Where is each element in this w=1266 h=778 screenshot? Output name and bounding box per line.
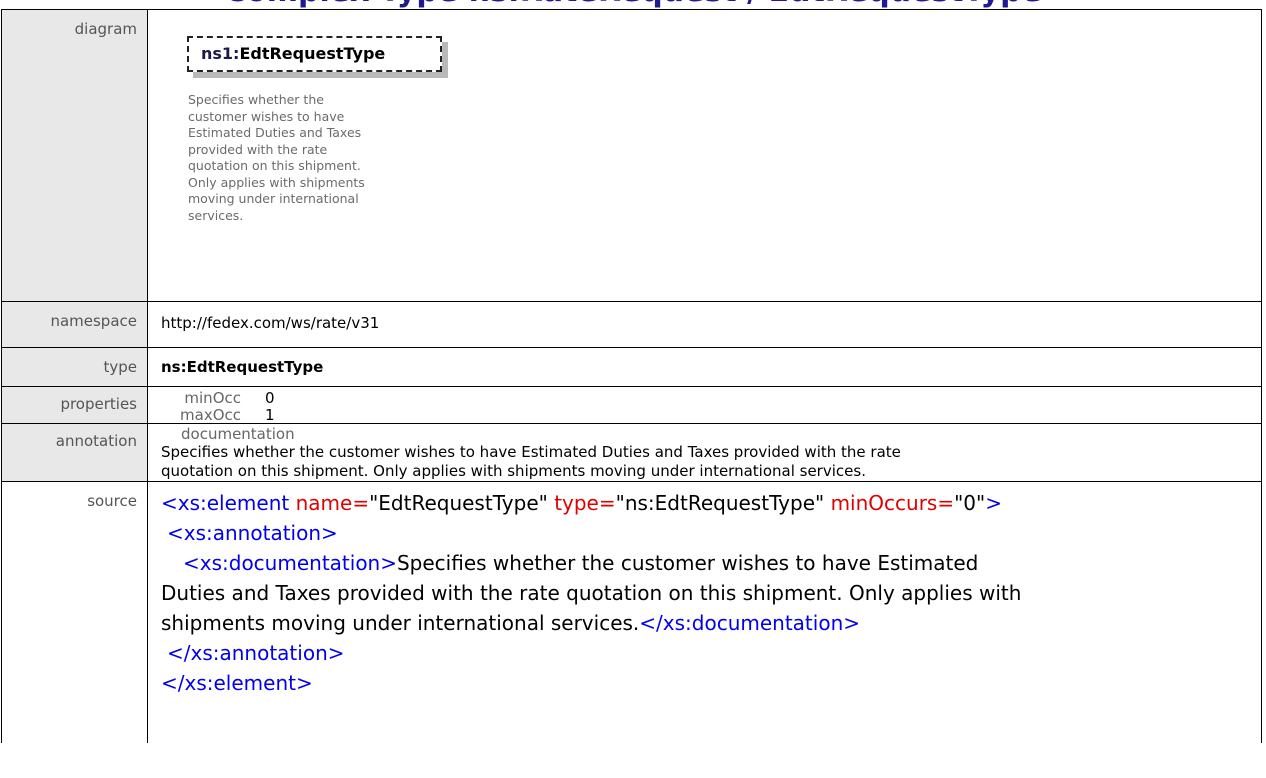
source-line: Duties and Taxes provided with the rate …	[161, 578, 1261, 608]
value-source: <xs:element name="EdtRequestType" type="…	[147, 481, 1262, 743]
source-token: minOccurs=	[830, 491, 955, 515]
row-annotation: annotation documentation Specifies wheth…	[1, 423, 1262, 482]
maxocc-value: 1	[265, 406, 275, 424]
value-annotation: documentation Specifies whether the cust…	[147, 423, 1262, 482]
source-token: <xs:element	[161, 491, 290, 515]
element-prefix: ns1:	[201, 44, 240, 63]
element-diagram: ns1:EdtRequestType Specifies whether the…	[161, 10, 461, 290]
diagram-doc-line: provided with the rate	[188, 141, 328, 157]
label-type: type	[1, 347, 148, 387]
type-link[interactable]: ns:EdtRequestType	[161, 348, 1261, 376]
source-token: </xs:annotation>	[167, 641, 345, 665]
source-token: "ns:EdtRequestType"	[615, 491, 825, 515]
source-token: </xs:documentation>	[639, 611, 861, 635]
diagram-doc-line: Specifies whether the	[188, 92, 324, 107]
label-properties: properties	[1, 386, 148, 424]
row-namespace: namespace http://fedex.com/ws/rate/v31	[1, 301, 1262, 348]
row-properties: properties minOcc 0 maxOcc 1	[1, 386, 1262, 424]
diagram-doc-line: services.	[188, 207, 244, 223]
diagram-doc-line: Only applies with shipments	[188, 174, 365, 190]
source-line: </xs:annotation>	[161, 638, 1261, 668]
source-token: shipments moving under international ser…	[161, 611, 640, 635]
value-properties: minOcc 0 maxOcc 1	[147, 386, 1262, 424]
namespace-uri: http://fedex.com/ws/rate/v31	[161, 314, 380, 332]
source-token: >	[985, 491, 1002, 515]
source-token: <xs:documentation>	[183, 551, 397, 575]
label-annotation: annotation	[1, 423, 148, 482]
label-diagram: diagram	[1, 9, 148, 302]
xml-source: <xs:element name="EdtRequestType" type="…	[161, 482, 1261, 698]
source-token: type=	[554, 491, 616, 515]
row-source: source <xs:element name="EdtRequestType"…	[1, 481, 1262, 743]
label-source: source	[1, 481, 148, 743]
value-namespace: http://fedex.com/ws/rate/v31	[147, 301, 1262, 348]
source-token: Duties and Taxes provided with the rate …	[161, 581, 1022, 605]
source-line: <xs:element name="EdtRequestType" type="…	[161, 488, 1261, 518]
source-token: <xs:annotation>	[167, 521, 338, 545]
source-line: <xs:annotation>	[161, 518, 1261, 548]
row-type: type ns:EdtRequestType	[1, 347, 1262, 387]
page-heading: Complex Type ns:RateRequest / EdtRequest…	[0, 0, 1266, 9]
source-token: </xs:element>	[161, 671, 313, 695]
element-box[interactable]: ns1:EdtRequestType	[187, 36, 442, 72]
minocc-label: minOcc	[184, 389, 241, 407]
source-line: shipments moving under international ser…	[161, 608, 1261, 638]
annotation-line: Specifies whether the customer wishes to…	[161, 443, 901, 461]
annotation-line: quotation on this shipment. Only applies…	[161, 462, 866, 480]
diagram-doc-line: moving under international	[188, 191, 359, 206]
minocc-value: 0	[265, 389, 275, 407]
diagram-documentation: Specifies whether the customer wishes to…	[188, 92, 458, 224]
label-namespace: namespace	[1, 301, 148, 348]
source-token: "EdtRequestType"	[369, 491, 548, 515]
row-diagram: diagram ns1:EdtRequestType Specifies whe…	[1, 9, 1262, 302]
source-line: </xs:element>	[161, 668, 1261, 698]
source-token: Specifies whether the customer wishes to…	[396, 551, 979, 575]
annotation-text: Specifies whether the customer wishes to…	[161, 443, 1261, 481]
source-line: <xs:documentation>Specifies whether the …	[161, 548, 1261, 578]
value-type: ns:EdtRequestType	[147, 347, 1262, 387]
maxocc-label: maxOcc	[180, 406, 241, 424]
diagram-doc-line: quotation on this shipment.	[188, 158, 361, 173]
annotation-heading: documentation	[181, 425, 295, 443]
diagram-doc-line: Estimated Duties and Taxes	[188, 125, 362, 140]
properties-table: minOcc 0 maxOcc 1	[161, 387, 1261, 424]
source-token: name=	[295, 491, 370, 515]
element-name: EdtRequestType	[239, 44, 386, 63]
schema-doc-table: diagram ns1:EdtRequestType Specifies whe…	[1, 9, 1262, 743]
value-diagram: ns1:EdtRequestType Specifies whether the…	[147, 9, 1262, 302]
diagram-doc-line: customer wishes to have	[188, 108, 345, 124]
source-token: "0"	[954, 491, 986, 515]
